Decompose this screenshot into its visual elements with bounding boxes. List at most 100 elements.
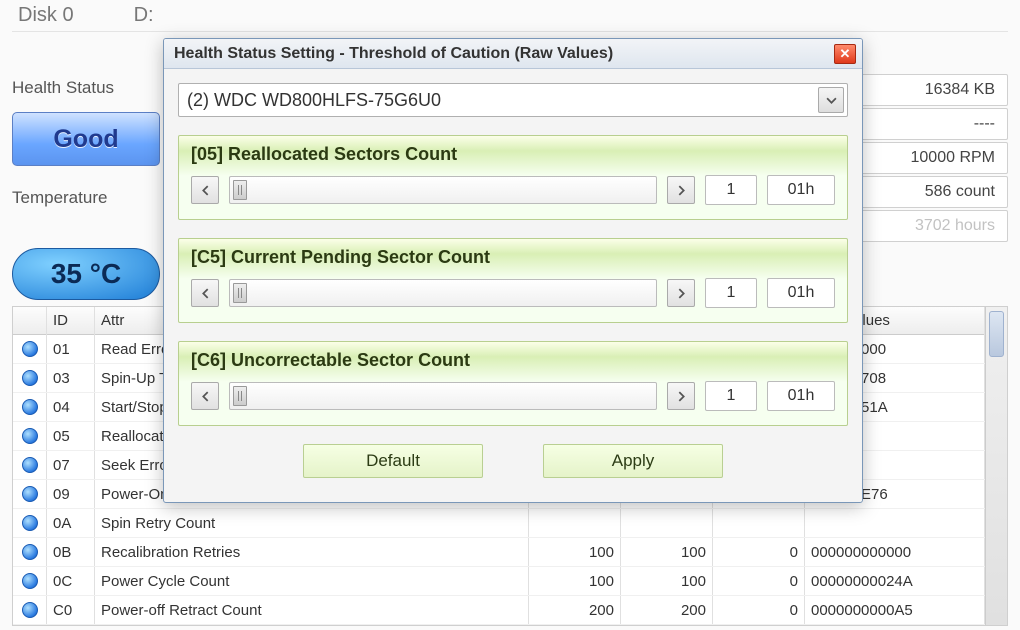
chevron-left-icon — [200, 288, 211, 299]
table-row[interactable]: C1Load/Unload Cycle Count200200000000000… — [13, 625, 985, 626]
drive-select-value: (2) WDC WD800HLFS-75G6U0 — [187, 90, 441, 111]
slider-increment[interactable] — [667, 279, 695, 307]
row-id: 01 — [47, 335, 95, 363]
row-id: 0A — [47, 509, 95, 537]
row-threshold: 0 — [713, 538, 805, 566]
chevron-right-icon — [676, 391, 687, 402]
threshold-section: [C6] Uncorrectable Sector Count 1 01h — [178, 341, 848, 426]
disk-strip: Disk 0 D: — [12, 0, 1008, 32]
chevron-right-icon — [676, 288, 687, 299]
row-attr: Load/Unload Cycle Count — [95, 625, 529, 626]
row-id: 07 — [47, 451, 95, 479]
slider-thumb[interactable] — [233, 180, 247, 200]
table-row[interactable]: 0CPower Cycle Count100100000000000024A — [13, 567, 985, 596]
row-id: C0 — [47, 596, 95, 624]
row-worst: 200 — [621, 625, 713, 626]
chevron-left-icon — [200, 391, 211, 402]
temperature-label: Temperature — [12, 166, 164, 222]
row-worst — [621, 509, 713, 537]
threshold-hex: 01h — [767, 175, 835, 205]
threshold-section: [05] Reallocated Sectors Count 1 01h — [178, 135, 848, 220]
status-orb-icon — [22, 602, 38, 618]
disk-label: Disk 0 — [18, 4, 74, 27]
table-row[interactable]: 0ASpin Retry Count — [13, 509, 985, 538]
chevron-left-icon — [200, 185, 211, 196]
section-title: [C6] Uncorrectable Sector Count — [191, 350, 835, 377]
health-status-pill[interactable]: Good — [12, 112, 160, 166]
threshold-slider[interactable] — [229, 382, 657, 410]
threshold-value[interactable]: 1 — [705, 175, 757, 205]
slider-decrement[interactable] — [191, 279, 219, 307]
slider-thumb[interactable] — [233, 283, 247, 303]
table-scrollbar[interactable] — [985, 307, 1007, 625]
threshold-slider[interactable] — [229, 279, 657, 307]
row-id: 0B — [47, 538, 95, 566]
row-attr: Power Cycle Count — [95, 567, 529, 595]
dialog-title: Health Status Setting - Threshold of Cau… — [174, 45, 613, 63]
table-row[interactable]: C0Power-off Retract Count200200000000000… — [13, 596, 985, 625]
status-orb-icon — [22, 399, 38, 415]
row-threshold: 0 — [713, 625, 805, 626]
row-threshold — [713, 509, 805, 537]
row-raw — [805, 509, 985, 537]
row-attr: Power-off Retract Count — [95, 596, 529, 624]
threshold-dialog: Health Status Setting - Threshold of Cau… — [163, 38, 863, 503]
row-attr: Spin Retry Count — [95, 509, 529, 537]
status-orb-icon — [22, 515, 38, 531]
row-threshold: 0 — [713, 567, 805, 595]
row-threshold: 0 — [713, 596, 805, 624]
health-status-label: Health Status — [12, 74, 164, 112]
row-current: 200 — [529, 596, 621, 624]
slider-increment[interactable] — [667, 176, 695, 204]
stat-dashes: ---- — [850, 108, 1008, 140]
row-current: 100 — [529, 538, 621, 566]
status-orb-icon — [22, 573, 38, 589]
dialog-titlebar[interactable]: Health Status Setting - Threshold of Cau… — [164, 39, 862, 69]
threshold-value[interactable]: 1 — [705, 381, 757, 411]
row-id: 03 — [47, 364, 95, 392]
table-row[interactable]: 0BRecalibration Retries10010000000000000… — [13, 538, 985, 567]
section-title: [C5] Current Pending Sector Count — [191, 247, 835, 274]
dropdown-button[interactable] — [818, 87, 844, 113]
slider-decrement[interactable] — [191, 382, 219, 410]
col-id[interactable]: ID — [47, 307, 95, 335]
status-orb-icon — [22, 457, 38, 473]
threshold-hex: 01h — [767, 278, 835, 308]
row-id: 0C — [47, 567, 95, 595]
slider-thumb[interactable] — [233, 386, 247, 406]
stat-hours: 3702 hours — [850, 210, 1008, 242]
close-icon: ✕ — [840, 46, 851, 62]
row-worst: 100 — [621, 538, 713, 566]
threshold-slider[interactable] — [229, 176, 657, 204]
drive-letter: D: — [134, 4, 154, 27]
threshold-hex: 01h — [767, 381, 835, 411]
chevron-right-icon — [676, 185, 687, 196]
status-orb-icon — [22, 486, 38, 502]
row-worst: 200 — [621, 596, 713, 624]
apply-button[interactable]: Apply — [543, 444, 723, 478]
status-orb-icon — [22, 370, 38, 386]
row-raw: 00000000051A — [805, 625, 985, 626]
row-raw: 0000000000A5 — [805, 596, 985, 624]
drive-select[interactable]: (2) WDC WD800HLFS-75G6U0 — [178, 83, 848, 117]
close-button[interactable]: ✕ — [834, 44, 856, 64]
threshold-section: [C5] Current Pending Sector Count 1 01h — [178, 238, 848, 323]
scrollbar-thumb[interactable] — [989, 311, 1004, 357]
section-title: [05] Reallocated Sectors Count — [191, 144, 835, 171]
default-button[interactable]: Default — [303, 444, 483, 478]
slider-decrement[interactable] — [191, 176, 219, 204]
row-current: 200 — [529, 625, 621, 626]
row-raw: 00000000024A — [805, 567, 985, 595]
status-orb-icon — [22, 341, 38, 357]
row-id: 04 — [47, 393, 95, 421]
row-attr: Recalibration Retries — [95, 538, 529, 566]
row-current: 100 — [529, 567, 621, 595]
temperature-pill[interactable]: 35 °C — [12, 248, 160, 300]
row-worst: 100 — [621, 567, 713, 595]
stat-buffer: 16384 KB — [850, 74, 1008, 106]
threshold-value[interactable]: 1 — [705, 278, 757, 308]
status-orb-icon — [22, 428, 38, 444]
slider-increment[interactable] — [667, 382, 695, 410]
status-orb-icon — [22, 544, 38, 560]
row-raw: 000000000000 — [805, 538, 985, 566]
